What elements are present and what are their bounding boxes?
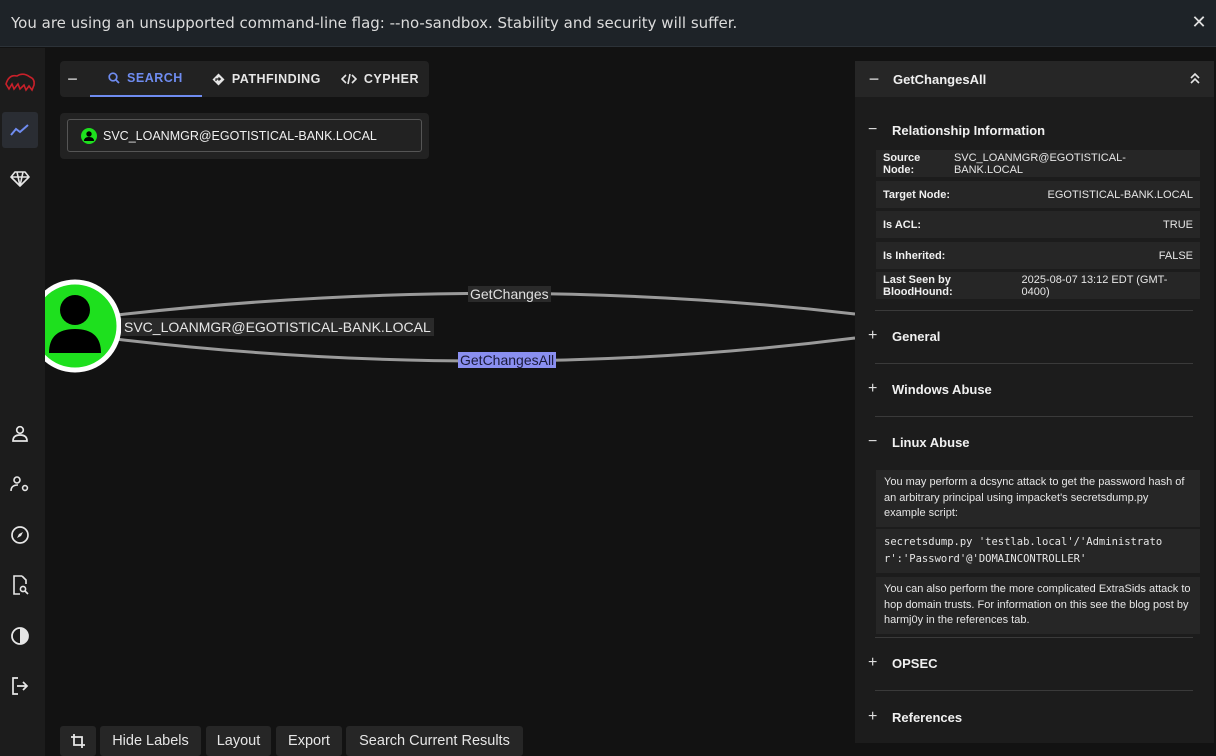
section-references[interactable]: + References [866, 707, 1204, 727]
field-source-node: Source Node: SVC_LOANMGR@EGOTISTICAL-BAN… [876, 150, 1200, 177]
explore-icon[interactable] [2, 112, 38, 148]
section-title: References [892, 709, 963, 725]
hide-labels-button[interactable]: Hide Labels [100, 726, 201, 756]
field-last-seen: Last Seen by BloodHound: 2025-08-07 13:1… [876, 272, 1200, 299]
field-value: SVC_LOANMGR@EGOTISTICAL-BANK.LOCAL [953, 151, 1126, 176]
explore-tabs: − SEARCH PATHFINDING CYPHER [60, 61, 429, 97]
compass-icon[interactable] [2, 517, 38, 553]
close-icon[interactable]: ✕ [1188, 12, 1210, 34]
tab-search[interactable]: SEARCH [90, 61, 202, 97]
linux-abuse-paragraph-2: You can also perform the more complicate… [876, 577, 1200, 634]
tab-cypher-label: CYPHER [363, 72, 419, 86]
field-key: Source Node: [883, 151, 921, 176]
user-node-icon [81, 127, 97, 144]
expand-icon: + [868, 654, 878, 671]
chevrons-up-icon[interactable] [1188, 71, 1202, 85]
warning-text: You are using an unsupported command-lin… [11, 14, 738, 32]
user-node-head [60, 295, 90, 325]
divider [875, 637, 1193, 638]
panel-header: − GetChangesAll [855, 61, 1214, 97]
section-title: Linux Abuse [892, 434, 970, 450]
section-title: Windows Abuse [892, 381, 992, 397]
tab-search-label: SEARCH [127, 71, 183, 85]
panel-title: GetChangesAll [893, 71, 987, 87]
code-icon [340, 73, 357, 85]
gem-icon[interactable] [2, 161, 38, 197]
field-value: 2025-08-07 13:12 EDT (GMT-0400) [1021, 273, 1168, 298]
section-linux-abuse[interactable]: − Linux Abuse [866, 432, 1204, 452]
field-value: FALSE [1158, 249, 1193, 262]
edge-getchanges-line [74, 291, 855, 322]
divider [875, 310, 1193, 311]
search-input[interactable]: SVC_LOANMGR@EGOTISTICAL-BANK.LOCAL [67, 119, 422, 152]
section-windows-abuse[interactable]: + Windows Abuse [866, 379, 1204, 399]
logo-icon[interactable] [2, 62, 38, 98]
expand-icon: + [868, 708, 878, 725]
user-node-circle [45, 279, 122, 373]
user-settings-icon[interactable] [2, 466, 38, 502]
file-search-icon[interactable] [2, 567, 38, 603]
field-key: Is Inherited: [883, 249, 946, 262]
tab-cypher[interactable]: CYPHER [331, 61, 429, 97]
section-general[interactable]: + General [866, 326, 1204, 346]
search-current-results-button[interactable]: Search Current Results [346, 726, 523, 756]
expand-icon: + [868, 380, 878, 397]
edge-label-getchangesall[interactable]: GetChangesAll [458, 352, 557, 368]
field-target-node: Target Node: EGOTISTICAL-BANK.LOCAL [876, 181, 1200, 208]
search-icon [108, 72, 120, 84]
search-input-value: SVC_LOANMGR@EGOTISTICAL-BANK.LOCAL [103, 128, 377, 143]
section-title: Relationship Information [892, 122, 1046, 138]
collapse-icon: − [868, 433, 878, 450]
crop-icon [71, 734, 85, 748]
entity-panel: − GetChangesAll − Relationship Informati… [855, 61, 1214, 743]
collapse-button[interactable]: − [60, 69, 85, 90]
tab-pathfinding-label: PATHFINDING [231, 72, 321, 86]
logout-icon[interactable] [2, 668, 38, 704]
panel-collapse-button[interactable]: − [855, 69, 893, 90]
divider [875, 416, 1193, 417]
layout-button[interactable]: Layout [206, 726, 271, 756]
divider [875, 363, 1193, 364]
node-label: SVC_LOANMGR@EGOTISTICAL-BANK.LOCAL [121, 318, 434, 336]
tab-pathfinding[interactable]: PATHFINDING [202, 61, 331, 97]
expand-icon: + [868, 327, 878, 344]
field-is-acl: Is ACL: TRUE [876, 211, 1200, 238]
field-is-inherited: Is Inherited: FALSE [876, 242, 1200, 269]
section-relationship-information[interactable]: − Relationship Information [866, 120, 1204, 140]
collapse-icon: − [868, 121, 878, 138]
crop-button[interactable] [60, 726, 96, 756]
linux-abuse-paragraph-1: You may perform a dcsync attack to get t… [876, 470, 1200, 527]
edge-label-getchanges[interactable]: GetChanges [468, 286, 551, 302]
section-title: General [892, 328, 941, 344]
user-icon[interactable] [2, 416, 38, 452]
section-opsec[interactable]: + OPSEC [866, 653, 1204, 673]
contrast-icon[interactable] [2, 618, 38, 654]
export-button[interactable]: Export [276, 726, 342, 756]
field-value: EGOTISTICAL-BANK.LOCAL [1047, 188, 1193, 201]
divider [875, 690, 1193, 691]
left-navigation [0, 48, 45, 756]
linux-abuse-code: secretsdump.py 'testlab.local'/'Administ… [876, 529, 1200, 573]
field-value: TRUE [1163, 218, 1193, 231]
pathfinding-icon [212, 73, 225, 85]
unsupported-flag-warning-bar: You are using an unsupported command-lin… [0, 0, 1216, 47]
search-panel: SVC_LOANMGR@EGOTISTICAL-BANK.LOCAL [60, 113, 429, 159]
section-title: OPSEC [892, 655, 938, 671]
field-key: Last Seen by BloodHound: [883, 273, 953, 298]
field-key: Target Node: [883, 188, 951, 201]
field-key: Is ACL: [883, 218, 922, 231]
